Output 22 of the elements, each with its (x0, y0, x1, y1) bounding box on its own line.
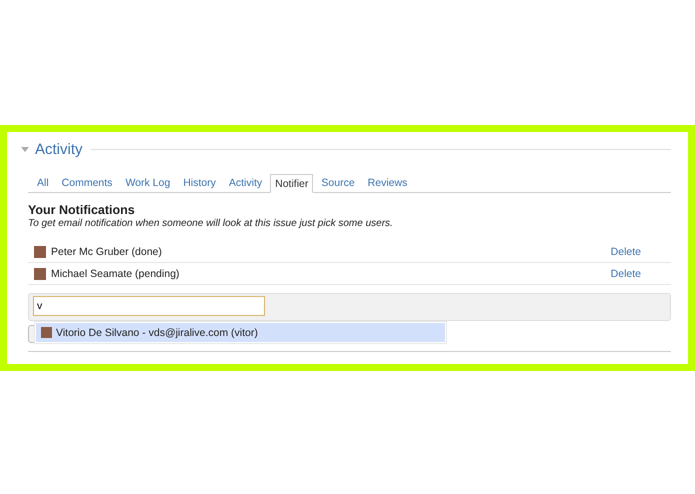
user-name: Peter Mc Gruber (done) (51, 246, 163, 258)
tab[interactable]: Source (316, 174, 360, 192)
description-text: To get email notification when someone will look at this issue just pick some users. (28, 218, 394, 229)
avatar-photo-placeholder (34, 268, 46, 280)
delete-link[interactable]: Delete (610, 268, 641, 280)
tab[interactable]: Reviews (362, 174, 412, 192)
suggestion-item[interactable]: Vitorio De Silvano - vds@jiralive.com (vitor) (36, 323, 445, 342)
section-heading: Your Notifications (28, 203, 136, 217)
tab[interactable]: History (178, 174, 221, 192)
user-name: Michael Seamate (pending) (51, 268, 180, 280)
tab[interactable]: Notifier (270, 174, 314, 193)
tab[interactable]: Comments (56, 174, 118, 192)
tab[interactable]: Activity (224, 174, 268, 192)
delete-link[interactable]: Delete (610, 246, 641, 258)
avatar-photo-placeholder (34, 246, 46, 258)
avatar-photo-placeholder (41, 327, 52, 338)
suggestion-label: Vitorio De Silvano - vds@jiralive.com (vitor) (56, 326, 258, 338)
user-search-field[interactable]: v (33, 296, 265, 316)
tab[interactable]: Work Log (120, 174, 176, 192)
tab[interactable]: All (32, 174, 54, 192)
section-title: Activity (35, 140, 83, 158)
collapse-icon[interactable] (21, 146, 29, 152)
